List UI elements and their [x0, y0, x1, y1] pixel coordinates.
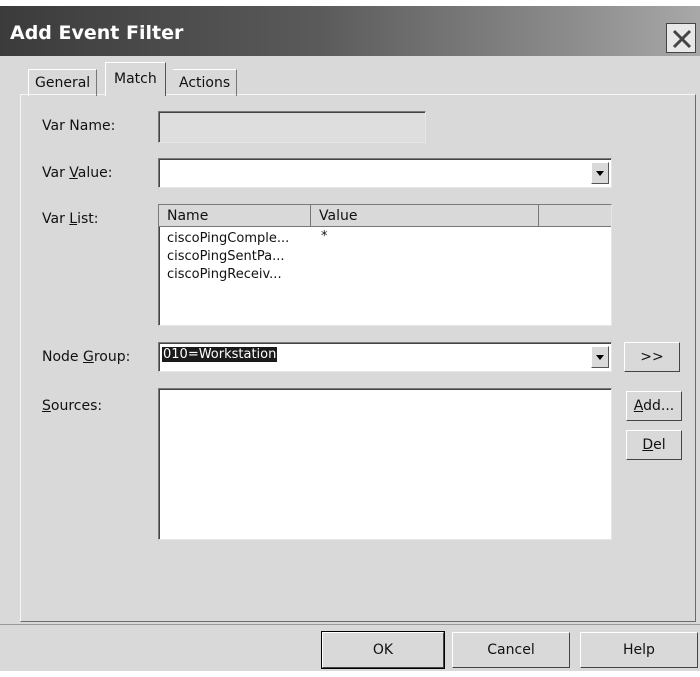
- list-item[interactable]: ciscoPingSentPa...: [167, 249, 285, 264]
- tab-actions[interactable]: Actions: [173, 69, 238, 96]
- window-title: Add Event Filter: [10, 22, 184, 44]
- node-group-select[interactable]: 010=Workstation: [158, 342, 612, 372]
- ok-button[interactable]: OK: [321, 631, 445, 669]
- node-group-value: 010=Workstation: [162, 347, 278, 362]
- help-button[interactable]: Help: [580, 632, 698, 668]
- delete-source-button[interactable]: Del: [626, 430, 682, 460]
- tab-general-label: General: [35, 75, 91, 91]
- var-name-label: Var Name:: [42, 118, 116, 134]
- dropdown-arrow-icon[interactable]: [591, 346, 609, 368]
- var-name-input[interactable]: [158, 111, 426, 143]
- var-list[interactable]: Name Value ciscoPingComple... * ciscoPin…: [158, 204, 612, 326]
- var-list-label: Var List:: [42, 211, 99, 227]
- tab-general[interactable]: General: [28, 69, 98, 96]
- node-group-add-button[interactable]: >>: [624, 342, 680, 372]
- var-value-label: Var Value:: [42, 165, 113, 181]
- dropdown-arrow-icon[interactable]: [591, 162, 609, 184]
- node-group-label: Node Group:: [42, 349, 131, 365]
- sources-label: Sources:: [42, 398, 103, 414]
- list-item[interactable]: ciscoPingReceiv...: [167, 267, 282, 282]
- close-button[interactable]: [666, 23, 696, 53]
- column-header-empty: [539, 205, 611, 227]
- tab-match-label: Match: [114, 71, 157, 87]
- list-item-value: *: [321, 229, 328, 244]
- footer-divider: [0, 624, 700, 625]
- title-bar: Add Event Filter: [0, 6, 700, 56]
- tab-actions-label: Actions: [179, 75, 231, 91]
- var-value-select[interactable]: [158, 158, 612, 188]
- tab-match[interactable]: Match: [105, 62, 166, 96]
- column-header-value[interactable]: Value: [311, 205, 539, 227]
- add-source-button[interactable]: Add...: [626, 391, 682, 421]
- close-icon: [672, 29, 692, 49]
- column-header-name[interactable]: Name: [159, 205, 311, 227]
- sources-list[interactable]: [158, 388, 612, 540]
- list-item[interactable]: ciscoPingComple...: [167, 231, 289, 246]
- cancel-button[interactable]: Cancel: [452, 632, 570, 668]
